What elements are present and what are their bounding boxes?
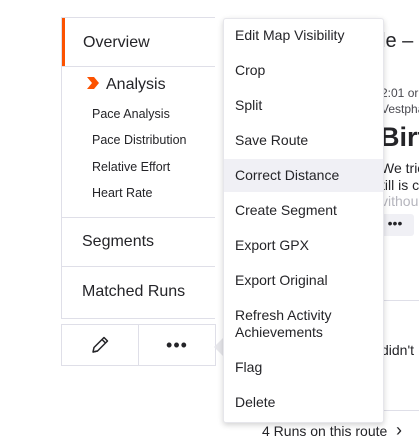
sidebar-item-overview[interactable]: Overview	[62, 18, 215, 66]
menu-item-save-route[interactable]: Save Route	[224, 132, 383, 152]
menu-item-create-segment[interactable]: Create Segment	[224, 202, 383, 222]
sidebar-item-label: Matched Runs	[82, 283, 186, 300]
chevron-right-icon	[87, 77, 99, 89]
menu-item-split[interactable]: Split	[224, 97, 383, 117]
sidebar-item-analysis[interactable]: Analysis	[86, 76, 166, 94]
activity-description-line: We trie	[381, 160, 419, 176]
edit-button[interactable]	[62, 325, 139, 365]
more-dots-icon: •••	[166, 335, 188, 355]
divider	[62, 66, 215, 67]
runs-on-route-link[interactable]: 4 Runs on this route	[262, 423, 387, 439]
more-actions-menu: Edit Map Visibility Crop Split Save Rout…	[223, 18, 384, 423]
sidebar-subitem-heart-rate[interactable]: Heart Rate	[92, 186, 152, 200]
menu-item-correct-distance[interactable]: Correct Distance	[224, 159, 383, 192]
activity-sidebar-nav: Overview Analysis Pace Analysis Pace Dis…	[61, 17, 215, 319]
more-dots-icon: •••	[387, 215, 403, 231]
sidebar-item-matched-runs[interactable]: Matched Runs	[62, 267, 215, 317]
activity-description-line: vithou	[381, 193, 419, 209]
chevron-right-icon: ›	[396, 420, 402, 440]
sidebar-item-label: Analysis	[106, 76, 166, 93]
comment-fragment: didn't	[381, 342, 415, 358]
menu-item-delete[interactable]: Delete	[224, 394, 383, 414]
menu-item-export-gpx[interactable]: Export GPX	[224, 237, 383, 257]
sidebar-subitem-pace-analysis[interactable]: Pace Analysis	[92, 107, 170, 121]
more-actions-button[interactable]: •••	[139, 325, 215, 365]
activity-actions: •••	[61, 324, 216, 366]
activity-title-fragment: le –	[381, 30, 414, 52]
pencil-icon	[92, 336, 109, 353]
activity-location-fragment: Vestpha	[381, 102, 419, 116]
sidebar-subitem-pace-distribution[interactable]: Pace Distribution	[92, 133, 187, 147]
menu-item-crop[interactable]: Crop	[224, 62, 383, 82]
activity-name-fragment: Birt	[380, 122, 419, 152]
menu-item-edit-map-visibility[interactable]: Edit Map Visibility	[224, 27, 383, 47]
divider	[381, 300, 419, 301]
activity-time-fragment: 2:01 or	[381, 86, 419, 100]
menu-item-export-original[interactable]: Export Original	[224, 272, 383, 292]
sidebar-item-label: Overview	[83, 34, 150, 51]
sidebar-item-segments[interactable]: Segments	[62, 218, 215, 266]
sidebar-subitem-relative-effort[interactable]: Relative Effort	[92, 160, 170, 174]
activity-description-line: till is c	[381, 177, 419, 193]
sidebar-item-label: Segments	[82, 233, 155, 250]
menu-item-flag[interactable]: Flag	[224, 359, 383, 379]
menu-item-refresh-activity-achievements[interactable]: Refresh Activity Achievements	[224, 307, 354, 343]
